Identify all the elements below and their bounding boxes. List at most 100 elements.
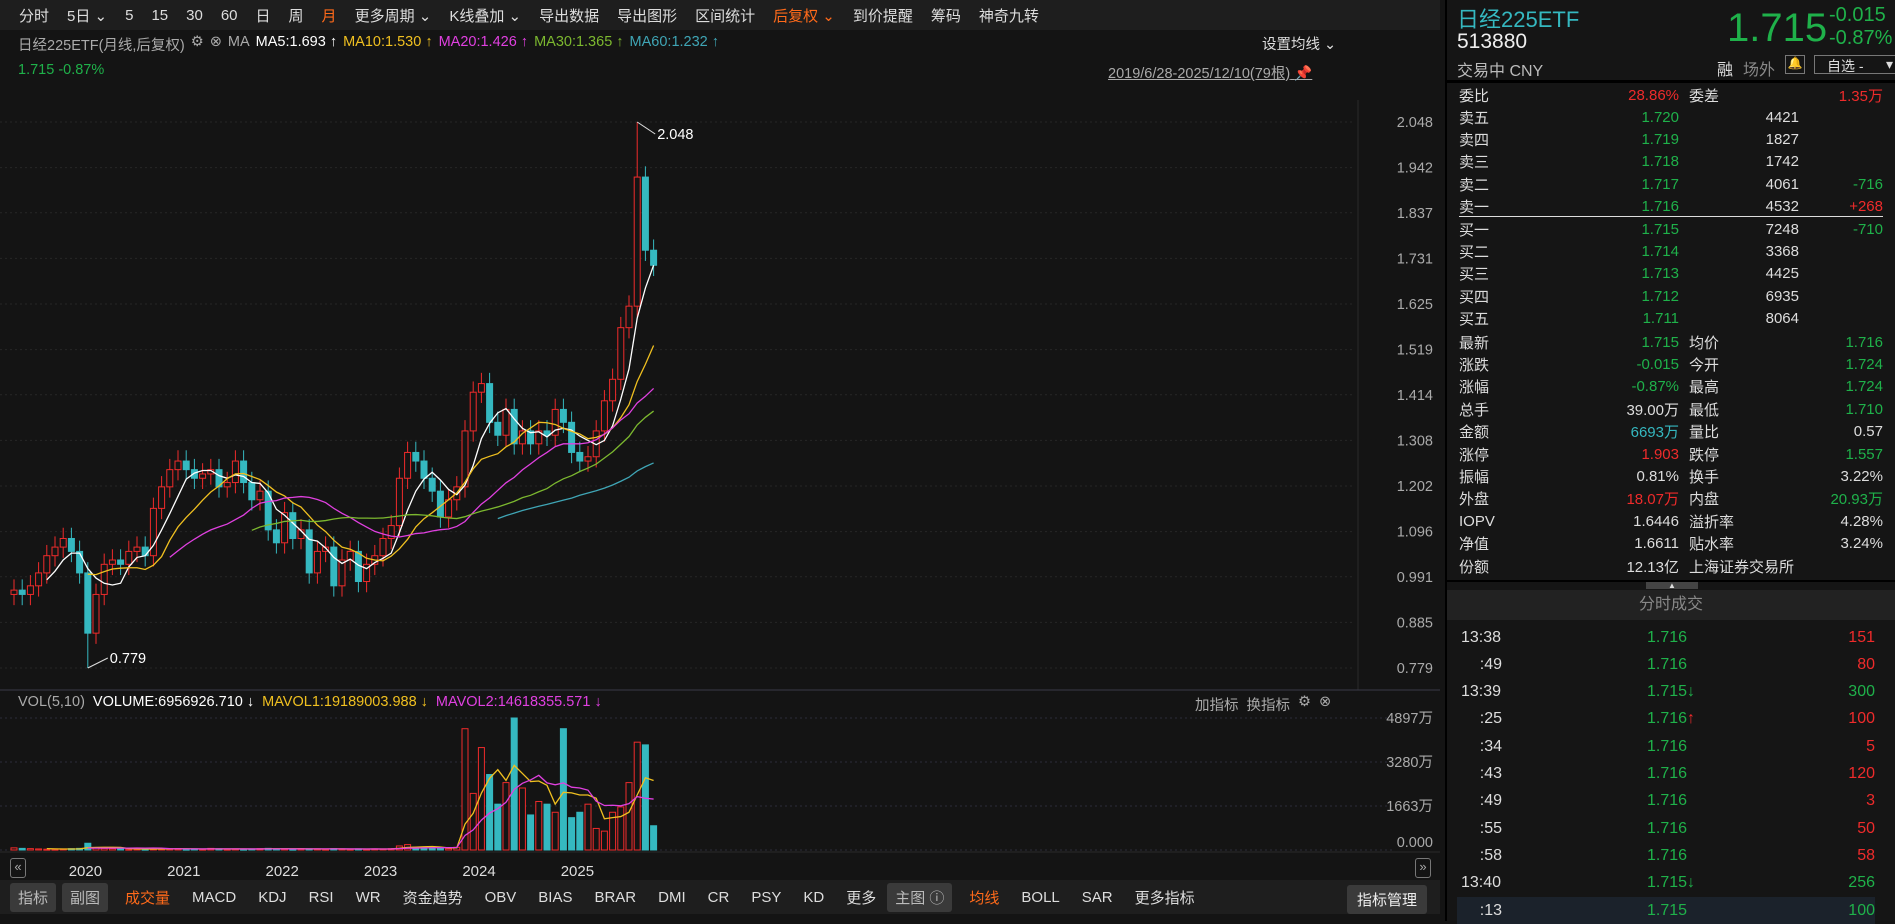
stat-value: 1.557 — [1845, 445, 1883, 463]
bell-icon[interactable]: 🔔 — [1785, 55, 1805, 74]
indicator-item[interactable]: CR — [697, 889, 741, 906]
close-circle-icon[interactable]: ⊗ — [210, 34, 222, 55]
trade-price-value: 1.716 — [1647, 846, 1688, 864]
candle-down — [420, 460, 428, 479]
indicator-item[interactable]: KD — [792, 889, 835, 906]
gear-icon[interactable]: ⚙ — [191, 34, 204, 55]
close-circle-icon[interactable]: ⊗ — [1319, 694, 1331, 715]
trade-row: :58 1.716 58 — [1457, 842, 1875, 869]
ask-volume: 4061 — [1765, 175, 1799, 193]
add-indicator-button[interactable]: 加指标 — [1195, 694, 1239, 715]
stat-value: -0.87% — [1631, 378, 1679, 396]
ma-value: MA60:1.232 ↑ — [629, 34, 720, 50]
indicator-item[interactable]: OBV — [474, 889, 528, 906]
watchlist-select[interactable]: 自选 - ▾ — [1814, 55, 1895, 74]
bid-price: 1.714 — [1641, 242, 1679, 260]
bid-price: 1.715 — [1641, 220, 1679, 238]
trade-time: 13:39 — [1461, 683, 1502, 701]
indicator-item[interactable]: 副图 — [62, 882, 109, 912]
indicator-item[interactable]: 更多指标 — [1124, 887, 1206, 908]
stat-row: 总手 39.00万 最低 1.710 — [1459, 398, 1883, 420]
trade-time: :43 — [1479, 765, 1502, 782]
candle-down — [182, 460, 190, 471]
indicator-item[interactable]: SAR — [1071, 889, 1124, 906]
volume-bar — [551, 811, 559, 851]
candle-up — [223, 482, 231, 488]
candle-up — [625, 305, 633, 329]
bid-row: 买五 1.711 8064 — [1459, 308, 1883, 330]
price-change-pct: -0.87% — [1829, 27, 1893, 49]
trade-row: :43 1.716 120 — [1457, 761, 1875, 788]
indicator-item[interactable]: BOLL — [1010, 889, 1070, 906]
price-tick-label: 1.731 — [1397, 251, 1433, 267]
volume-controls: 加指标 换指标 ⚙ ⊗ — [1195, 694, 1331, 715]
price-change: -0.015 — [1829, 4, 1886, 26]
indicator-item[interactable]: 更多 — [835, 887, 887, 908]
volume-bar — [518, 787, 526, 851]
bid-price: 1.713 — [1641, 265, 1679, 283]
indicator-item[interactable]: WR — [345, 889, 392, 906]
volume-bar — [35, 848, 43, 851]
stat-label: 涨停 — [1459, 446, 1490, 464]
indicator-item[interactable]: BIAS — [527, 889, 583, 906]
indicator-item[interactable]: 均线 — [958, 887, 1010, 908]
ma-label: MA — [227, 34, 250, 50]
current-price: 1.715 — [1727, 6, 1828, 50]
switch-indicator-button[interactable]: 换指标 — [1247, 694, 1291, 715]
trade-volume: 100 — [1848, 710, 1875, 728]
stat-row: 最新 1.715 均价 1.716 — [1459, 331, 1883, 353]
ask-volume: 4421 — [1765, 108, 1799, 126]
ma5-line — [46, 265, 655, 586]
indicator-item[interactable]: BRAR — [583, 889, 647, 906]
indicator-item[interactable]: 指标 — [10, 882, 57, 912]
volume-bar — [502, 782, 510, 851]
trade-volume: 300 — [1848, 683, 1875, 701]
scroll-right-icon[interactable]: » — [1415, 858, 1431, 878]
gear-icon[interactable]: ⚙ — [1298, 694, 1311, 715]
bid-volume: 3368 — [1765, 242, 1799, 260]
bid-row: 买四 1.712 6935 — [1459, 285, 1883, 307]
trade-time: :58 — [1479, 846, 1502, 864]
trade-row: :25 1.716↑ 100 — [1457, 706, 1875, 733]
ask-price: 1.717 — [1641, 175, 1679, 193]
indicator-item[interactable]: 资金趋势 — [392, 887, 474, 908]
indicator-item[interactable]: PSY — [740, 889, 792, 906]
indicator-item[interactable]: DMI — [647, 889, 697, 906]
trade-status: 交易中 CNY — [1457, 63, 1544, 80]
stat-row: 金额 6693万 量比 0.57 — [1459, 421, 1883, 443]
pin-icon[interactable]: 📌 — [1294, 66, 1312, 82]
set-ma-button[interactable]: 设置均线 ⌄ — [1262, 33, 1336, 54]
stat-value: 12.13亿 — [1626, 558, 1679, 576]
indicator-item[interactable]: 主图 ⓘ — [887, 882, 953, 912]
bid-row: 买一 1.715 7248 -710 — [1459, 218, 1883, 240]
ma-values: MA5:1.693 ↑ MA10:1.530 ↑ MA20:1.426 ↑ MA30:… — [256, 34, 719, 55]
indicator-item[interactable]: MACD — [181, 889, 247, 906]
candle-down — [576, 451, 584, 462]
scroll-left-icon[interactable]: « — [10, 858, 26, 878]
candle-up — [600, 400, 608, 432]
price-tick-label: 1.202 — [1397, 479, 1433, 495]
trade-volume: 256 — [1848, 874, 1875, 892]
indicator-item[interactable]: 成交量 — [114, 887, 181, 908]
trade-volume: 80 — [1857, 655, 1875, 673]
trade-time: :49 — [1479, 655, 1502, 673]
candle-up — [256, 490, 264, 501]
indicator-item[interactable]: RSI — [298, 889, 345, 906]
collapse-arrow-icon[interactable]: ▲ — [1646, 582, 1698, 590]
price-tick-label: 1.942 — [1397, 161, 1433, 177]
trade-time: :13 — [1479, 901, 1502, 919]
candle-up — [100, 563, 108, 595]
ma30-line — [251, 410, 654, 531]
offsite-button[interactable]: 场外 — [1743, 56, 1775, 80]
indicator-manage-button[interactable]: 指标管理 — [1347, 885, 1428, 914]
chevron-down-icon: ▾ — [1885, 56, 1893, 72]
weibi-row: 委比 28.86% 委差 1.35万 — [1459, 84, 1883, 106]
high-label: 2.048 — [657, 127, 693, 143]
bid-row: 买三 1.713 4425 — [1459, 263, 1883, 285]
trade-time: 13:40 — [1461, 874, 1502, 892]
trade-time: :55 — [1479, 819, 1502, 837]
date-range-link[interactable]: 2019/6/28-2025/12/10(79根) 📌 — [1108, 62, 1312, 83]
indicator-item[interactable]: KDJ — [247, 889, 297, 906]
kline-chart[interactable]: 2.048 1.942 1.837 1.731 1.625 1.519 1.414 1.308… — [0, 0, 1440, 921]
stat-value: 1.724 — [1845, 378, 1883, 396]
